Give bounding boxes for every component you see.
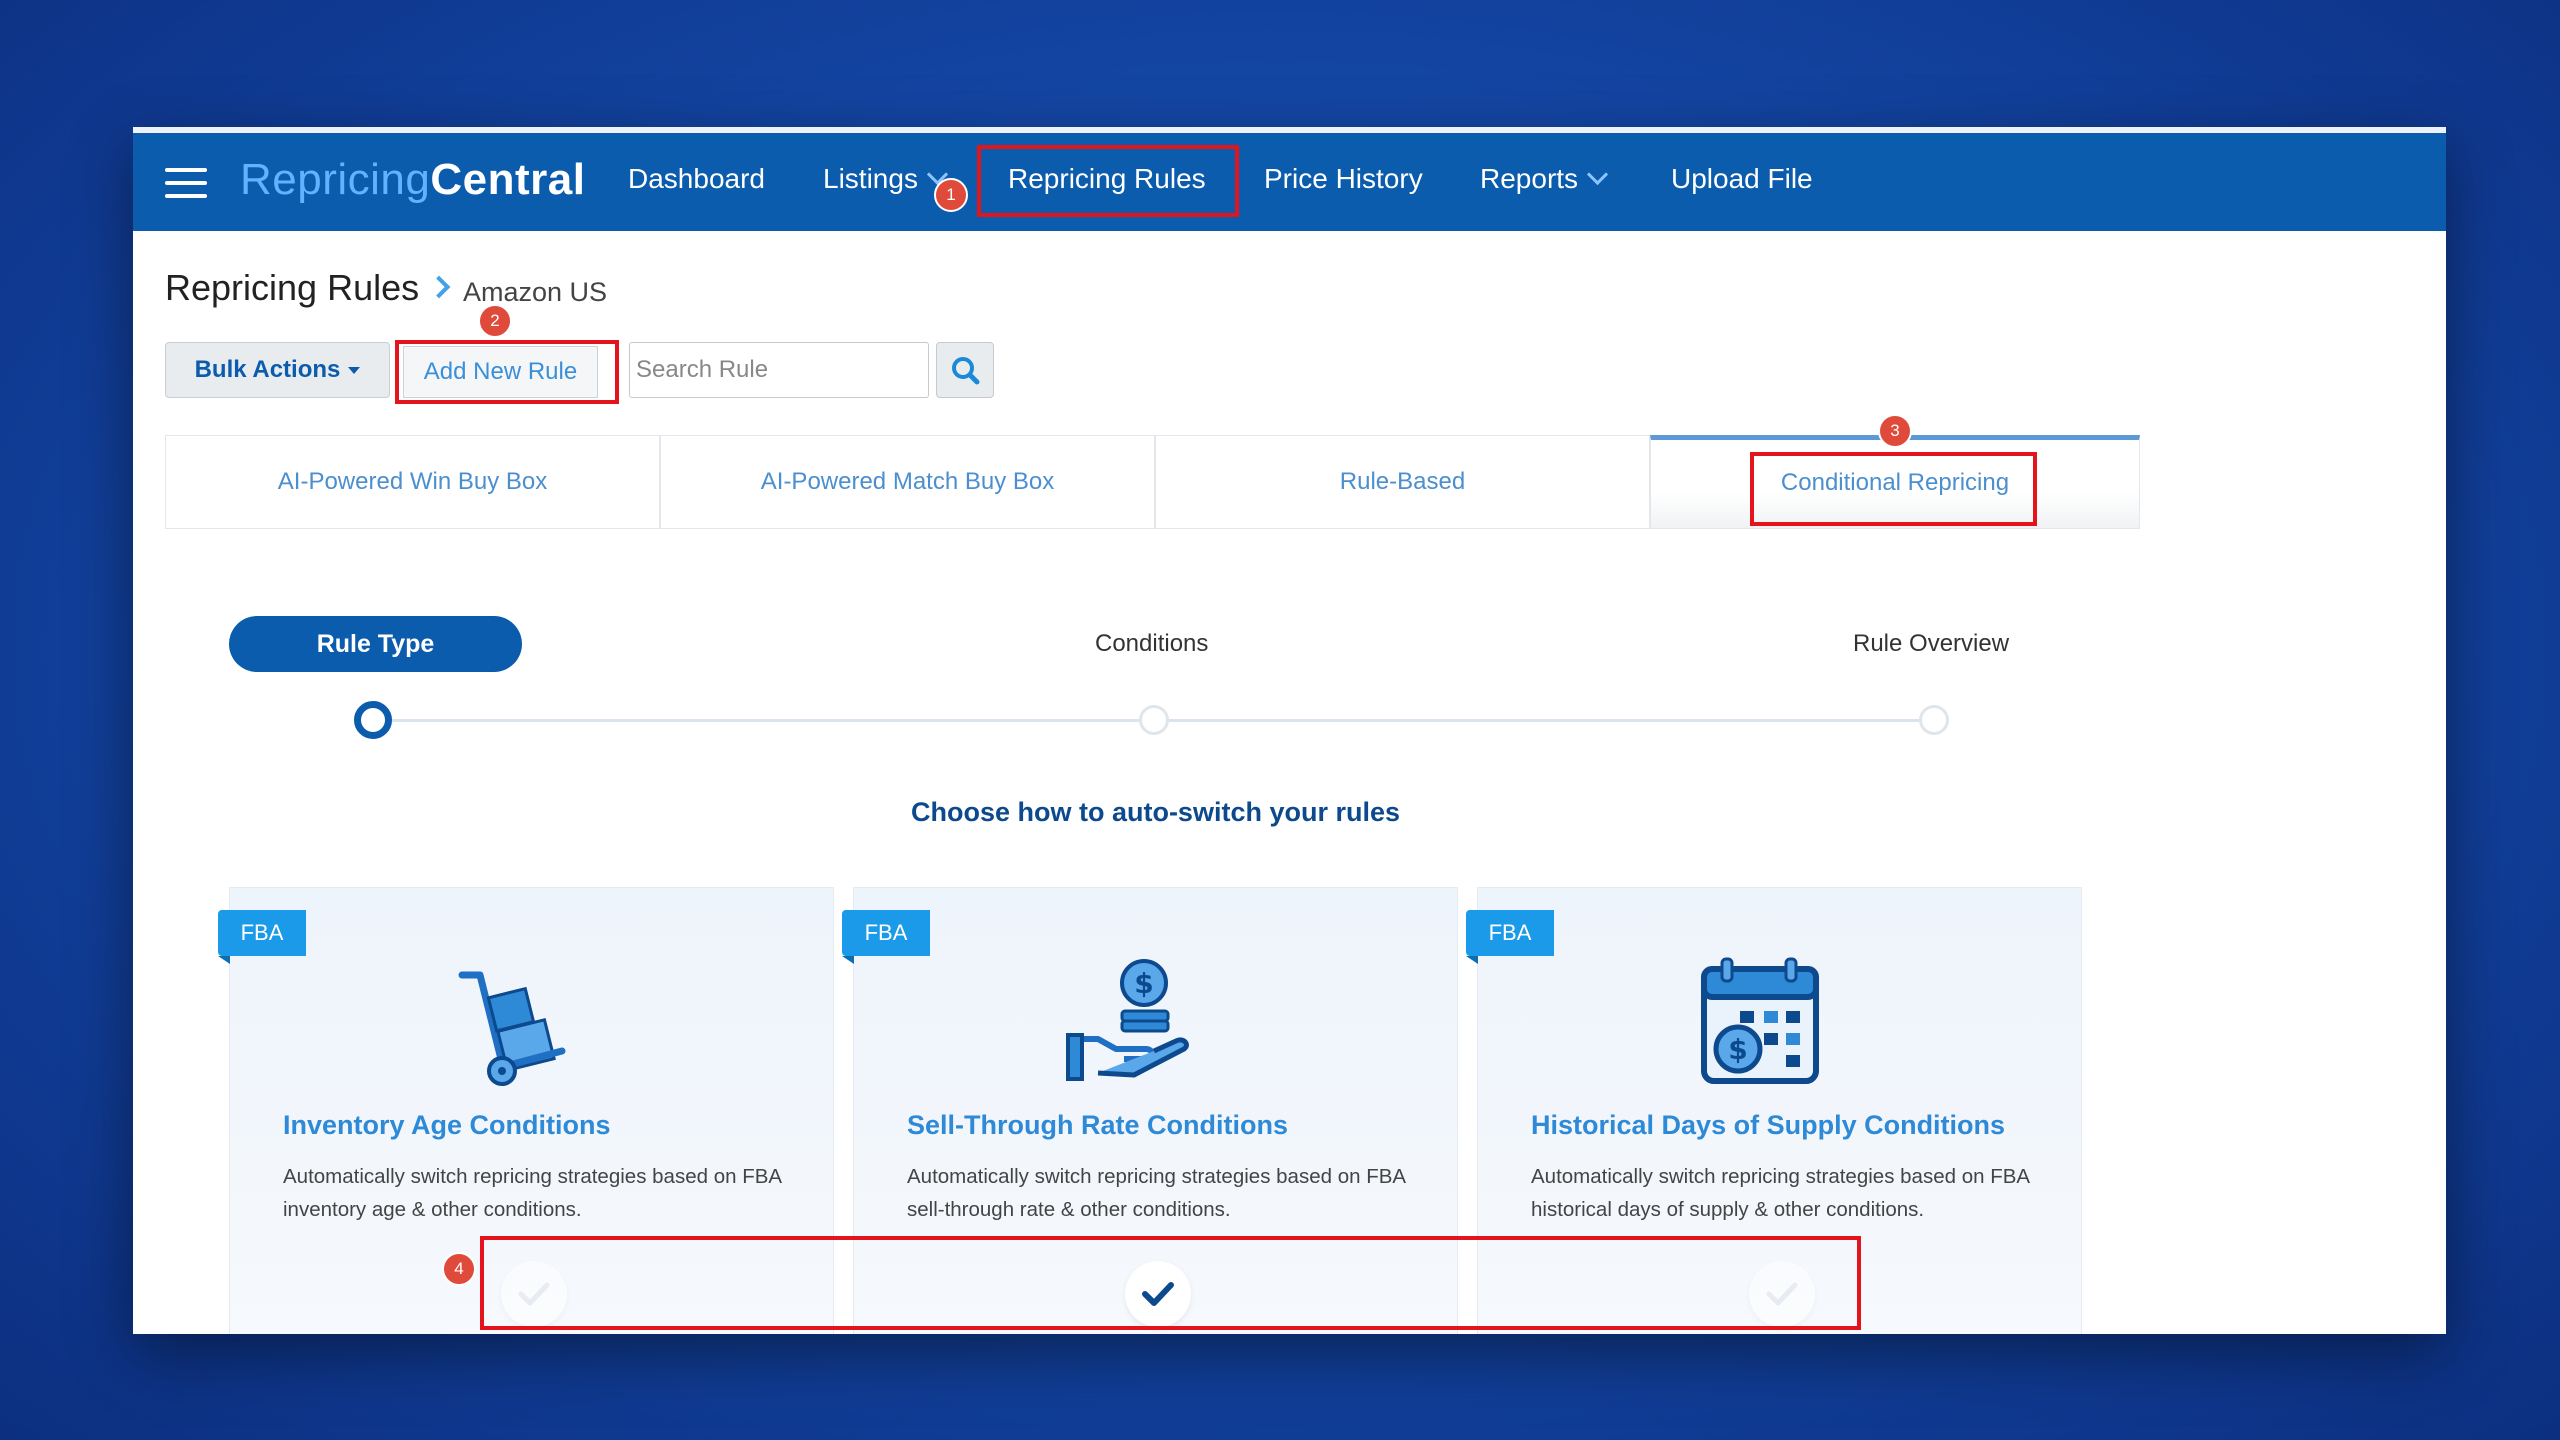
card-title: Sell-Through Rate Conditions <box>907 1110 1288 1140</box>
nav-price-history[interactable]: Price History <box>1264 163 1423 195</box>
svg-text:$: $ <box>1134 967 1153 1000</box>
breadcrumb[interactable]: Amazon US <box>463 277 607 308</box>
annotation-badge-3: 3 <box>1878 414 1912 448</box>
step-dot-rule-overview <box>1919 705 1949 735</box>
search-icon <box>952 357 980 385</box>
annotation-badge-1: 1 <box>934 178 968 212</box>
hand-truck-icon <box>458 971 566 1086</box>
step-rule-overview: Rule Overview <box>1853 630 2010 657</box>
highlight-box-repricing-rules <box>977 145 1239 217</box>
nav-reports[interactable]: Reports <box>1480 163 1609 195</box>
fba-badge: FBA <box>1466 910 1554 964</box>
nav-upload-file[interactable]: Upload File <box>1671 163 1813 195</box>
card-description: Automatically switch repricing strategie… <box>907 1165 1405 1221</box>
svg-text:$: $ <box>1728 1033 1747 1066</box>
search-rule-input[interactable] <box>629 342 929 398</box>
breadcrumb-chevron-icon <box>427 275 451 299</box>
chevron-down-icon <box>1586 163 1609 186</box>
nav-dashboard[interactable]: Dashboard <box>628 163 765 195</box>
nav-reports-label: Reports <box>1480 163 1579 194</box>
highlight-box-selection-row <box>480 1236 1861 1330</box>
nav-listings[interactable]: Listings <box>823 163 949 195</box>
tab-rule-based[interactable]: Rule-Based <box>1155 435 1650 529</box>
highlight-box-add-new-rule <box>395 340 619 404</box>
tab-ai-win-buy-box[interactable]: AI-Powered Win Buy Box <box>165 435 660 529</box>
hand-coin-icon: $ <box>1066 959 1189 1081</box>
step-conditions: Conditions <box>1095 630 1209 657</box>
brand-logo[interactable]: RepricingCentral <box>240 155 585 205</box>
card-description: Automatically switch repricing strategie… <box>283 1165 781 1221</box>
hamburger-menu-icon[interactable] <box>165 168 207 198</box>
top-nav-bar: RepricingCentral Dashboard Listings Repr… <box>133 127 2446 231</box>
card-title: Inventory Age Conditions <box>283 1110 611 1140</box>
step-dot-rule-type <box>354 701 392 739</box>
annotation-badge-4: 4 <box>442 1252 476 1286</box>
tab-ai-match-buy-box[interactable]: AI-Powered Match Buy Box <box>660 435 1155 529</box>
bulk-actions-button[interactable]: Bulk Actions <box>165 342 390 398</box>
card-title: Historical Days of Supply Conditions <box>1531 1110 2006 1140</box>
fba-badge: FBA <box>842 910 930 964</box>
nav-listings-label: Listings <box>823 163 918 194</box>
card-description: Automatically switch repricing strategie… <box>1531 1165 2029 1221</box>
calendar-dollar-icon: $ <box>1701 957 1819 1084</box>
caret-down-icon <box>348 367 361 375</box>
highlight-box-conditional-repricing <box>1750 452 2037 526</box>
annotation-badge-2: 2 <box>478 304 512 338</box>
app-window: RepricingCentral Dashboard Listings Repr… <box>133 127 2446 1334</box>
fba-badge: FBA <box>218 910 306 964</box>
section-heading: Choose how to auto-switch your rules <box>910 797 1401 827</box>
bulk-actions-label: Bulk Actions <box>194 356 341 383</box>
search-button[interactable] <box>936 342 994 398</box>
step-rule-type: Rule Type <box>229 616 522 672</box>
step-dot-conditions <box>1139 705 1169 735</box>
page-title: Repricing Rules <box>165 267 420 308</box>
